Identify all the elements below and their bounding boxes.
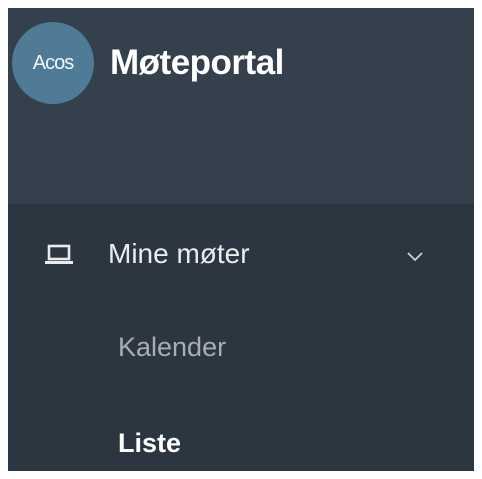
- sidebar: Acos Møteportal Mine møter Kalender List…: [8, 8, 474, 471]
- app-title[interactable]: Møteportal: [110, 42, 284, 84]
- acos-logo[interactable]: Acos: [12, 22, 94, 104]
- submenu-item-kalender[interactable]: Kalender: [118, 330, 226, 364]
- sidebar-menu: Mine møter Kalender Liste: [8, 204, 474, 471]
- sidebar-header: Acos Møteportal: [8, 8, 474, 204]
- menu-item-mine-moter[interactable]: Mine møter: [8, 226, 474, 284]
- submenu-item-liste[interactable]: Liste: [118, 426, 181, 460]
- logo-text: Acos: [32, 51, 74, 74]
- menu-item-label: Mine møter: [108, 238, 250, 269]
- laptop-icon: [45, 244, 73, 264]
- chevron-down-icon[interactable]: [406, 250, 424, 262]
